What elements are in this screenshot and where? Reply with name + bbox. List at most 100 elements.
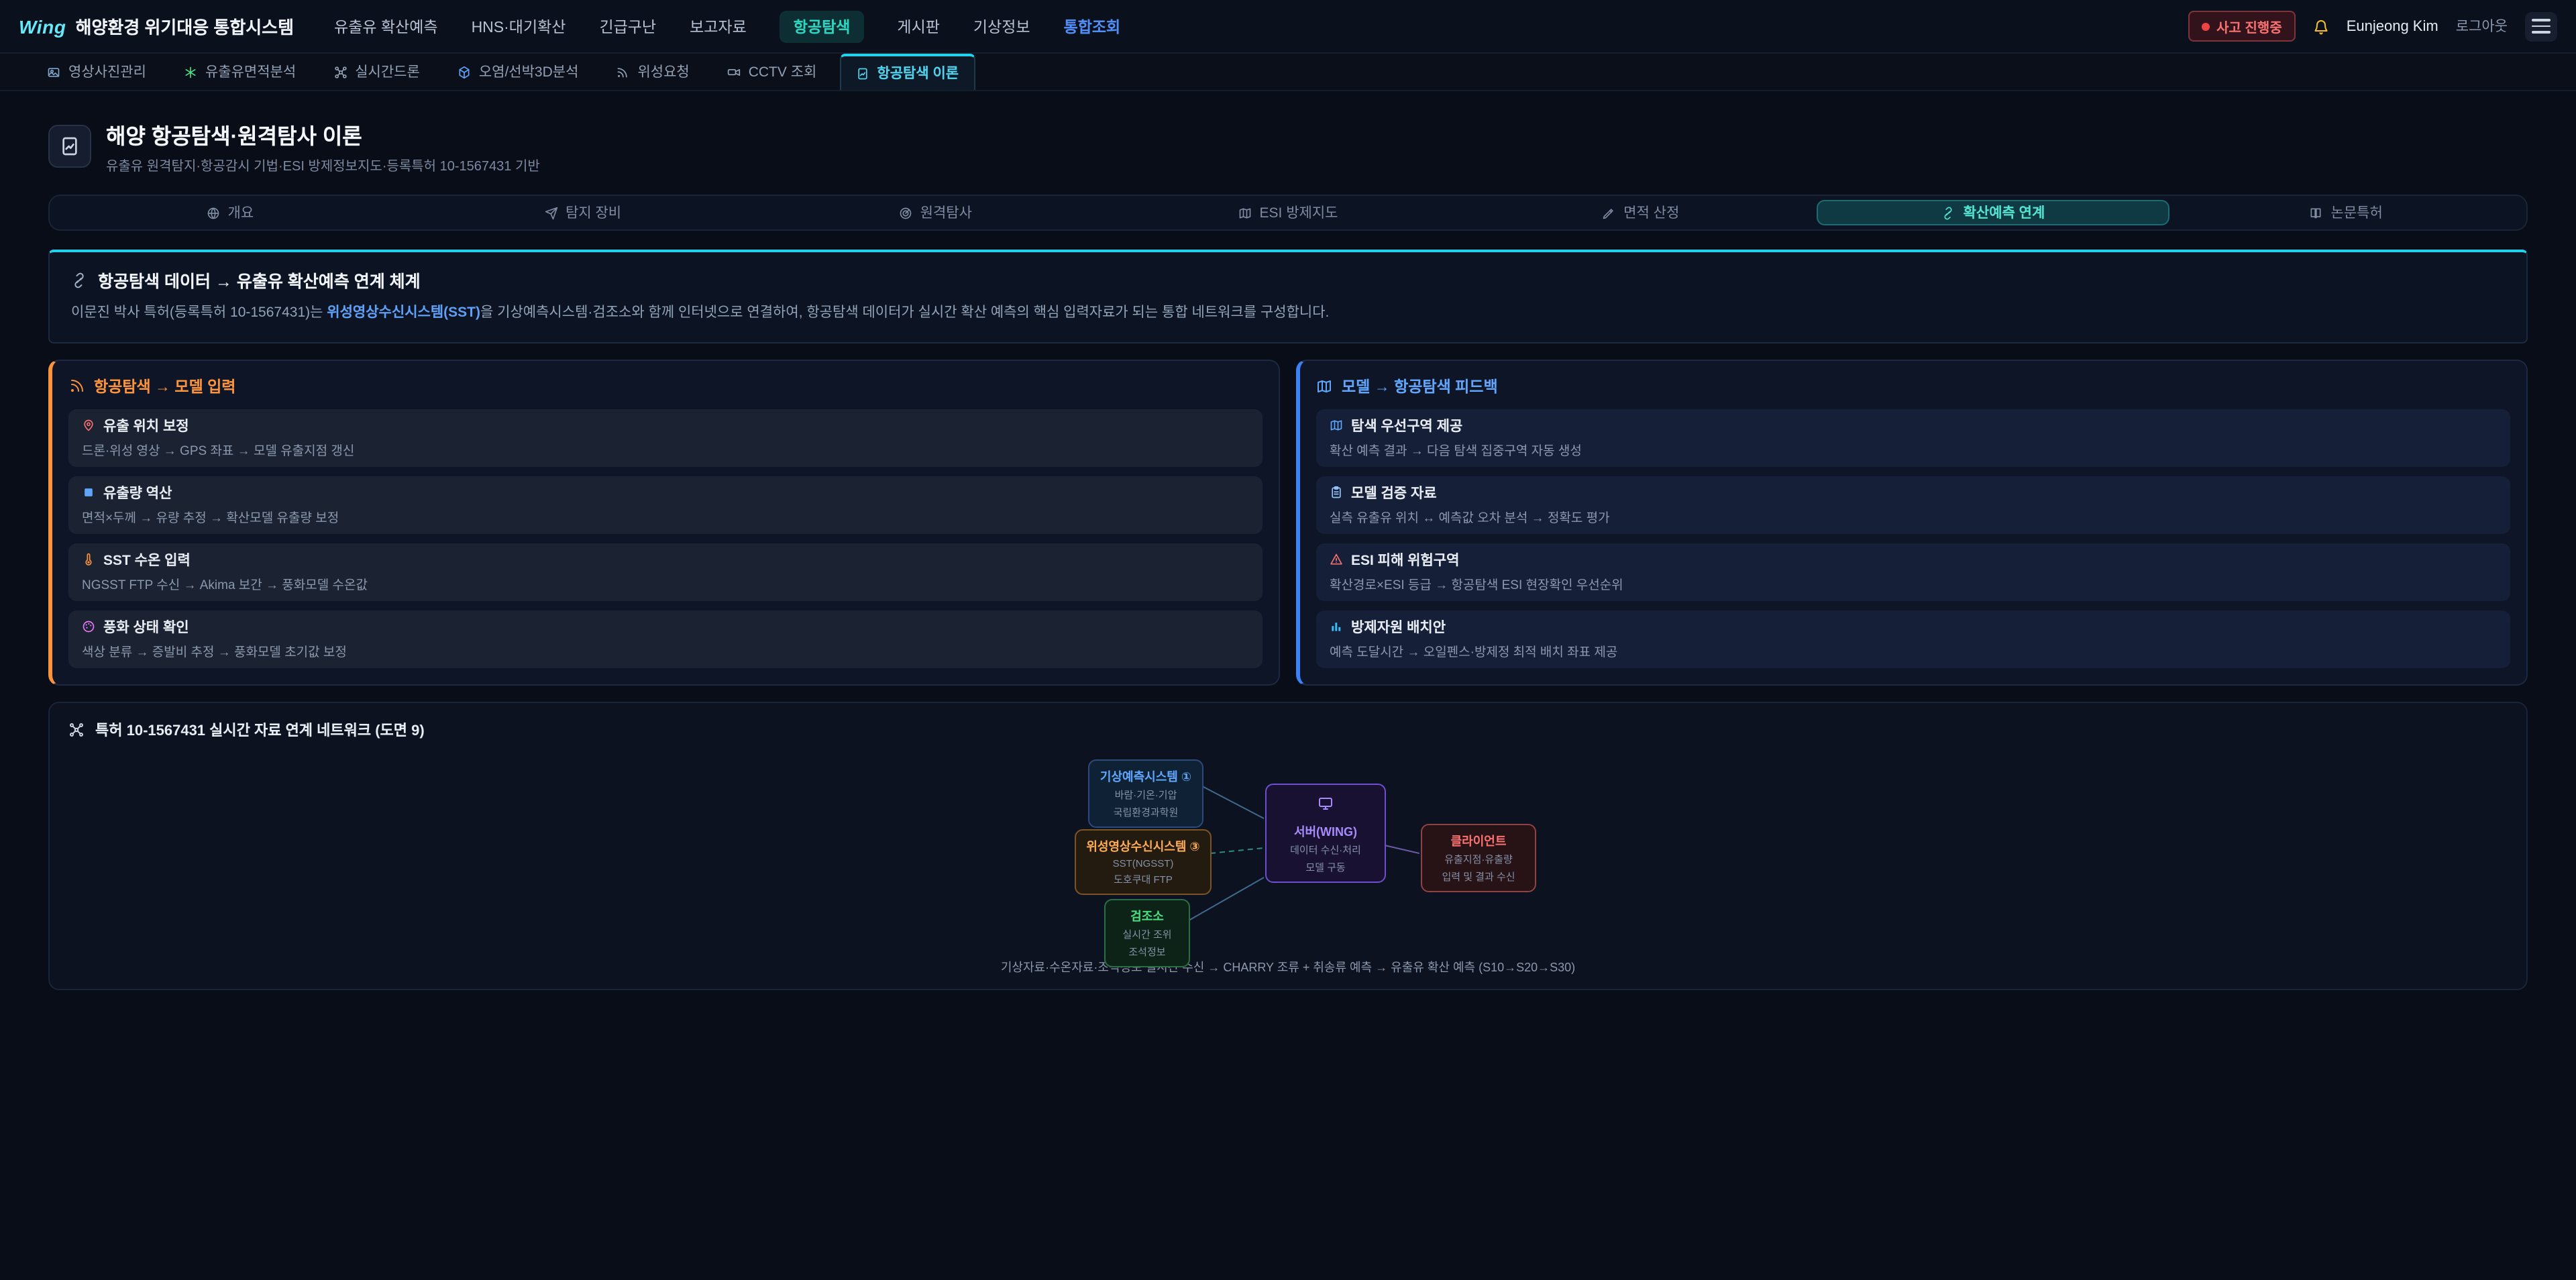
subnav-item-pollution-ship-3d[interactable]: 오염/선박3D분석: [443, 54, 594, 90]
tab-label: 탐지 장비: [566, 203, 621, 223]
node-line: 국립환경과학원: [1099, 805, 1193, 820]
nav-item-board[interactable]: 게시판: [897, 15, 940, 37]
incident-status-badge[interactable]: 사고 진행중: [2188, 11, 2296, 42]
page-subtitle: 유출유 원격탐지·항공감시 기법·ESI 방제정보지도·등록특허 10-1567…: [106, 154, 540, 174]
subnav-label: 오염/선박3D분석: [479, 62, 579, 82]
card-search-to-model-title: 항공탐색 → 모델 입력: [68, 376, 1263, 397]
subnav-label: CCTV 조회: [749, 62, 817, 82]
tab-label: 면적 산정: [1623, 203, 1679, 223]
user-name[interactable]: Eunjeong Kim: [2347, 18, 2438, 34]
map-icon: [1238, 206, 1252, 219]
pin-icon: [82, 419, 95, 433]
tab-label: 원격탐사: [920, 203, 972, 223]
tab-area-calculation[interactable]: 면적 산정: [1464, 200, 1817, 225]
subnav-item-image-photo-mgmt[interactable]: 영상사진관리: [32, 54, 161, 90]
flow-item-desc: 색상 분류 → 증발비 추정 → 풍화모델 초기값 보정: [82, 641, 1249, 660]
map-icon: [1316, 378, 1332, 394]
flow-item-title: 유출 위치 보정: [103, 416, 189, 436]
nav-item-hns-atmospheric[interactable]: HNS·대기확산: [472, 15, 566, 37]
linkage-intro-desc: 이문진 박사 특허(등록특허 10-1567431)는 위성영상수신시스템(SS…: [71, 303, 2505, 325]
node-tide-station[interactable]: 검조소 실시간 조위 조석정보: [1104, 899, 1190, 967]
patent-network-card: 특허 10-1567431 실시간 자료 연계 네트워크 (도면 9) 기상예측…: [48, 702, 2528, 990]
flow-item-esi-risk-zone: ESI 피해 위험구역 확산경로×ESI 등급 → 항공탐색 ESI 현장확인 …: [1316, 543, 2510, 601]
nav-item-oil-spill-prediction[interactable]: 유출유 확산예측: [334, 15, 438, 37]
subnav-item-aerial-search-theory[interactable]: 항공탐색 이론: [839, 54, 975, 90]
incident-badge-label: 사고 진행중: [2216, 16, 2282, 36]
siren-icon: [1330, 553, 1343, 567]
tab-overview[interactable]: 개요: [54, 200, 407, 225]
node-line: 바람·기온·기압: [1099, 788, 1193, 802]
network-title: 특허 10-1567431 실시간 자료 연계 네트워크 (도면 9): [68, 719, 2508, 741]
tab-prediction-linkage[interactable]: 확산예측 연계: [1817, 200, 2170, 225]
sst-system-link[interactable]: 위성영상수신시스템(SST): [327, 305, 480, 321]
subnav-item-cctv-view[interactable]: CCTV 조회: [712, 54, 832, 90]
nav-item-integrated-search[interactable]: 통합조회: [1064, 15, 1121, 37]
node-satellite-receiver[interactable]: 위성영상수신시스템 ③ SST(NGSST) 도호쿠대 FTP: [1075, 829, 1212, 895]
brand[interactable]: Wing 해양환경 위기대응 통합시스템: [19, 13, 294, 39]
node-title: 검조소: [1115, 907, 1179, 924]
node-line: 입력 및 결과 수신: [1432, 869, 1525, 884]
page-head: 해양 항공탐색·원격탐사 이론 유출유 원격탐지·항공감시 기법·ESI 방제정…: [48, 118, 2528, 174]
app-window: Wing 해양환경 위기대응 통합시스템 유출유 확산예측 HNS·대기확산 긴…: [0, 0, 2576, 1280]
node-title: 기상예측시스템 ①: [1099, 767, 1193, 785]
book-icon: [2310, 206, 2323, 219]
box-icon: [82, 486, 95, 500]
tab-label: 확산예측 연계: [1964, 203, 2045, 223]
wing-logo: Wing: [19, 15, 66, 37]
network-caption: 기상자료·수온자료·조석정보 실시간 수신 → CHARRY 조류 + 취송류 …: [68, 958, 2508, 975]
node-title: 클라이언트: [1432, 832, 1525, 849]
subnav-label: 위성요청: [637, 62, 689, 82]
tab-label: 논문특허: [2331, 203, 2383, 223]
subnav-item-oil-area-analysis[interactable]: 유출유면적분석: [169, 54, 311, 90]
hamburger-menu-icon[interactable]: [2525, 11, 2557, 41]
flow-item-title: 모델 검증 자료: [1351, 483, 1437, 503]
network-icon: [68, 722, 85, 738]
flow-item-title: 풍화 상태 확인: [103, 617, 189, 637]
nav-item-emergency-rescue[interactable]: 긴급구난: [599, 15, 656, 37]
globe-icon: [207, 206, 220, 219]
nav-item-weather-info[interactable]: 기상정보: [973, 15, 1030, 37]
tab-detection-equipment[interactable]: 탐지 장비: [407, 200, 759, 225]
linkage-intro-heading: 항공탐색 데이터 → 유출유 확산예측 연계 체계: [71, 267, 2505, 292]
card-model-to-search-title: 모델 → 항공탐색 피드백: [1316, 376, 2510, 397]
flow-item-title: ESI 피해 위험구역: [1351, 550, 1459, 570]
cctv-camera-icon: [727, 65, 741, 78]
flow-item-desc: 확산경로×ESI 등급 → 항공탐색 ESI 현장확인 우선순위: [1330, 574, 2497, 593]
node-line: 모델 구동: [1276, 860, 1375, 875]
photo-icon: [47, 65, 60, 78]
flow-item-response-resource-plan: 방제자원 배치안 예측 도달시간 → 오일펜스·방제정 최적 배치 좌표 제공: [1316, 610, 2510, 668]
asterisk-icon: [184, 65, 197, 78]
nav-item-reports[interactable]: 보고자료: [690, 15, 747, 37]
node-line: 도호쿠대 FTP: [1085, 872, 1201, 887]
node-client[interactable]: 클라이언트 유출지점·유출량 입력 및 결과 수신: [1421, 824, 1536, 892]
node-weather-system[interactable]: 기상예측시스템 ① 바람·기온·기압 국립환경과학원: [1088, 759, 1203, 828]
subnav-item-satellite-request[interactable]: 위성요청: [601, 54, 704, 90]
node-line: 유출지점·유출량: [1432, 852, 1525, 867]
clipboard-icon: [1330, 486, 1343, 500]
doc-chart-icon: [855, 66, 869, 80]
bell-icon[interactable]: [2313, 18, 2329, 34]
linkage-intro-card: 항공탐색 데이터 → 유출유 확산예측 연계 체계 이문진 박사 특허(등록특허…: [48, 250, 2528, 343]
radar-icon: [899, 206, 912, 219]
tab-papers-patents[interactable]: 논문특허: [2169, 200, 2522, 225]
bar-chart-icon: [1330, 621, 1343, 634]
tab-esi-map[interactable]: ESI 방제지도: [1112, 200, 1464, 225]
subnav-label: 실시간드론: [355, 62, 420, 82]
page-title: 해양 항공탐색·원격탐사 이론: [106, 118, 540, 150]
flow-item-weathering-state-check: 풍화 상태 확인 색상 분류 → 증발비 추정 → 풍화모델 초기값 보정: [68, 610, 1263, 668]
flow-item-title: 탐색 우선구역 제공: [1351, 416, 1462, 436]
tab-remote-sensing[interactable]: 원격탐사: [759, 200, 1112, 225]
logout-button[interactable]: 로그아웃: [2456, 16, 2508, 36]
node-server-wing[interactable]: 서버(WING) 데이터 수신·처리 모델 구동: [1265, 784, 1386, 883]
subnav-label: 항공탐색 이론: [877, 63, 959, 83]
flow-item-title: 유출량 역산: [103, 483, 172, 503]
link-icon: [1942, 206, 1955, 219]
flow-item-desc: 드론·위성 영상 → GPS 좌표 → 모델 유출지점 갱신: [82, 440, 1249, 459]
incident-dot-icon: [2202, 22, 2210, 30]
nav-item-aerial-search[interactable]: 항공탐색: [780, 10, 864, 42]
intro-desc-after: 을 기상예측시스템·검조소와 함께 인터넷으로 연결하여, 항공탐색 데이터가 …: [480, 305, 1329, 321]
card-search-to-model: 항공탐색 → 모델 입력 유출 위치 보정 드론·위성 영상 → GPS 좌표 …: [48, 360, 1280, 686]
monitor-icon: [1318, 796, 1334, 812]
subnav-item-realtime-drone[interactable]: 실시간드론: [319, 54, 435, 90]
link-icon: [71, 272, 87, 288]
